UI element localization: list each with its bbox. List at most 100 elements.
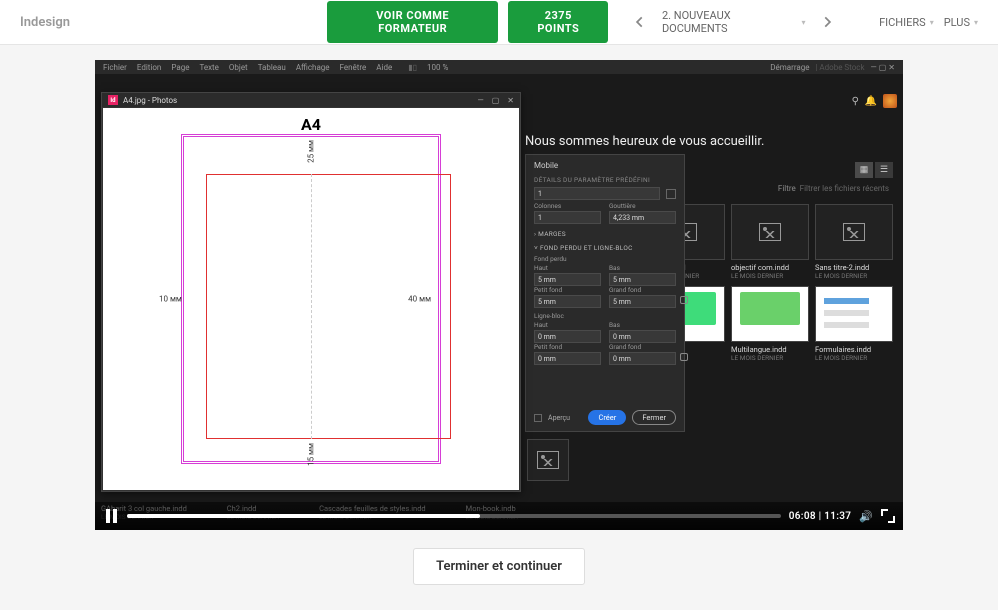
menu-item: Fichier (103, 63, 127, 72)
file-card (527, 439, 569, 481)
maximize-icon: ▢ (492, 96, 500, 105)
top-label: Haut (534, 264, 601, 272)
bleed-top-input: 5 mm (534, 273, 601, 286)
slug-bottom-input: 0 mm (609, 330, 676, 343)
margin-right-value: 40 мм (408, 295, 431, 304)
more-label: PLUS (944, 16, 970, 29)
value-input: 1 (534, 187, 660, 200)
bleed-bottom-input: 5 mm (609, 273, 676, 286)
workspace-label: Démarrage (770, 63, 809, 72)
time-display: 06:08 | 11:37 (789, 511, 852, 522)
columns-input: 1 (534, 211, 601, 224)
page-header: Indesign VOIR COMME FORMATEUR 2375 POINT… (0, 0, 998, 45)
menu-item: Edition (137, 63, 161, 72)
inside-label: Petit fond (534, 286, 601, 294)
menu-item: Fenêtre (340, 63, 367, 72)
file-date: LE MOIS DERNIER (815, 272, 893, 280)
a4-preview: A4 25 мм 10 мм 40 мм 15 мм (102, 107, 520, 491)
bleed-label: Fond perdu (534, 255, 676, 263)
menu-item: Page (171, 63, 189, 72)
search-icon: ⚲ (852, 96, 859, 107)
preview-label: Aperçu (548, 414, 570, 422)
slug-label: Ligne-bloc (534, 312, 676, 320)
file-card (815, 204, 893, 260)
a4-title: A4 (161, 115, 461, 134)
avatar (883, 94, 897, 108)
chevron-down-icon: ▾ (930, 18, 934, 27)
course-title: Indesign (20, 15, 317, 30)
video-player: Fichier Edition Page Texte Objet Tableau… (95, 60, 903, 530)
file-date: LE MOIS DERNIER (731, 354, 809, 362)
outside-label: Grand fond (609, 286, 676, 294)
link-icon (680, 296, 688, 304)
bleed-inside-input: 5 mm (534, 295, 601, 308)
image-icon (843, 223, 865, 241)
indesign-logo-icon: Id (108, 95, 118, 105)
margin-top-value: 25 мм (307, 140, 316, 163)
file-thumb (731, 286, 809, 342)
seek-bar[interactable] (127, 514, 781, 518)
points-button[interactable]: 2375 POINTS (508, 1, 608, 43)
view-toggle: ▦ ☰ (855, 162, 893, 178)
file-date: LE MOIS DERNIER (815, 354, 893, 362)
grid-view-icon: ▦ (855, 162, 873, 178)
zoom-level: 100 % (427, 63, 448, 72)
finish-continue-button[interactable]: Terminer et continuer (413, 548, 585, 585)
panel-tab: Mobile (534, 161, 676, 170)
menu-item: Objet (229, 63, 248, 72)
current-lesson-link[interactable]: 2. NOUVEAUX DOCUMENTS ▾ (662, 9, 806, 35)
window-title: A4.jpg - Photos (123, 96, 177, 105)
bleed-outside-input: 5 mm (609, 295, 676, 308)
list-view-icon: ☰ (875, 162, 893, 178)
bleed-section-label: Fond perdu et ligne-bloc (540, 244, 633, 252)
image-icon (759, 223, 781, 241)
margin-left-value: 10 мм (159, 295, 182, 304)
preview-checkbox (534, 414, 542, 422)
volume-icon[interactable]: 🔊 (859, 510, 873, 523)
columns-label: Colonnes (534, 202, 601, 210)
chevron-down-icon: ▾ (802, 18, 806, 27)
files-link[interactable]: FICHIERS ▾ (879, 16, 934, 29)
fullscreen-icon[interactable] (881, 509, 895, 523)
bell-icon: 🔔 (865, 96, 877, 107)
files-label: FICHIERS (879, 16, 926, 29)
gutter-label: Gouttière (609, 202, 676, 210)
slug-inside-input: 0 mm (534, 352, 601, 365)
menu-item: Texte (199, 63, 218, 72)
more-link[interactable]: PLUS ▾ (944, 16, 978, 29)
app-menu-bar: Fichier Edition Page Texte Objet Tableau… (95, 60, 903, 74)
top-label: Haut (534, 321, 601, 329)
link-icon (680, 353, 688, 361)
slug-top-input: 0 mm (534, 330, 601, 343)
photos-preview-window: Id A4.jpg - Photos — ▢ ✕ A4 25 мм (101, 92, 521, 492)
welcome-heading: Nous sommes heureux de vous accueillir. (525, 134, 764, 149)
next-lesson-arrow[interactable] (816, 10, 840, 34)
checkbox (666, 189, 676, 199)
current-lesson-label: 2. NOUVEAUX DOCUMENTS (662, 9, 798, 35)
gutter-input: 4,233 mm (609, 211, 676, 224)
file-name: Formulaires.indd (815, 345, 893, 354)
pause-button[interactable] (103, 508, 119, 524)
prev-lesson-arrow[interactable] (628, 10, 652, 34)
file-name: Multilangue.indd (731, 345, 809, 354)
menu-item: Affichage (296, 63, 330, 72)
filter-row: Filtre Filtrer les fichiers récents (778, 184, 889, 193)
close-icon: ✕ (507, 96, 514, 105)
menu-item: Aide (376, 63, 392, 72)
new-document-panel: Mobile DÉTAILS DU PARAMÈTRE PRÉDÉFINI 1 … (525, 154, 685, 432)
minimize-icon: — (477, 96, 483, 105)
close-button: Fermer (632, 410, 676, 425)
file-card (731, 204, 809, 260)
image-icon (537, 451, 559, 469)
player-controls: 06:08 | 11:37 🔊 (95, 502, 903, 530)
slug-outside-input: 0 mm (609, 352, 676, 365)
menu-item: Tableau (258, 63, 286, 72)
bottom-label: Bas (609, 264, 676, 272)
view-as-trainer-button[interactable]: VOIR COMME FORMATEUR (327, 1, 499, 43)
bottom-label: Bas (609, 321, 676, 329)
chevron-down-icon: ▾ (974, 18, 978, 27)
inside-label: Petit fond (534, 343, 601, 351)
file-thumb (815, 286, 893, 342)
file-name: objectif com.indd (731, 263, 809, 272)
margins-label: Marges (538, 230, 566, 238)
